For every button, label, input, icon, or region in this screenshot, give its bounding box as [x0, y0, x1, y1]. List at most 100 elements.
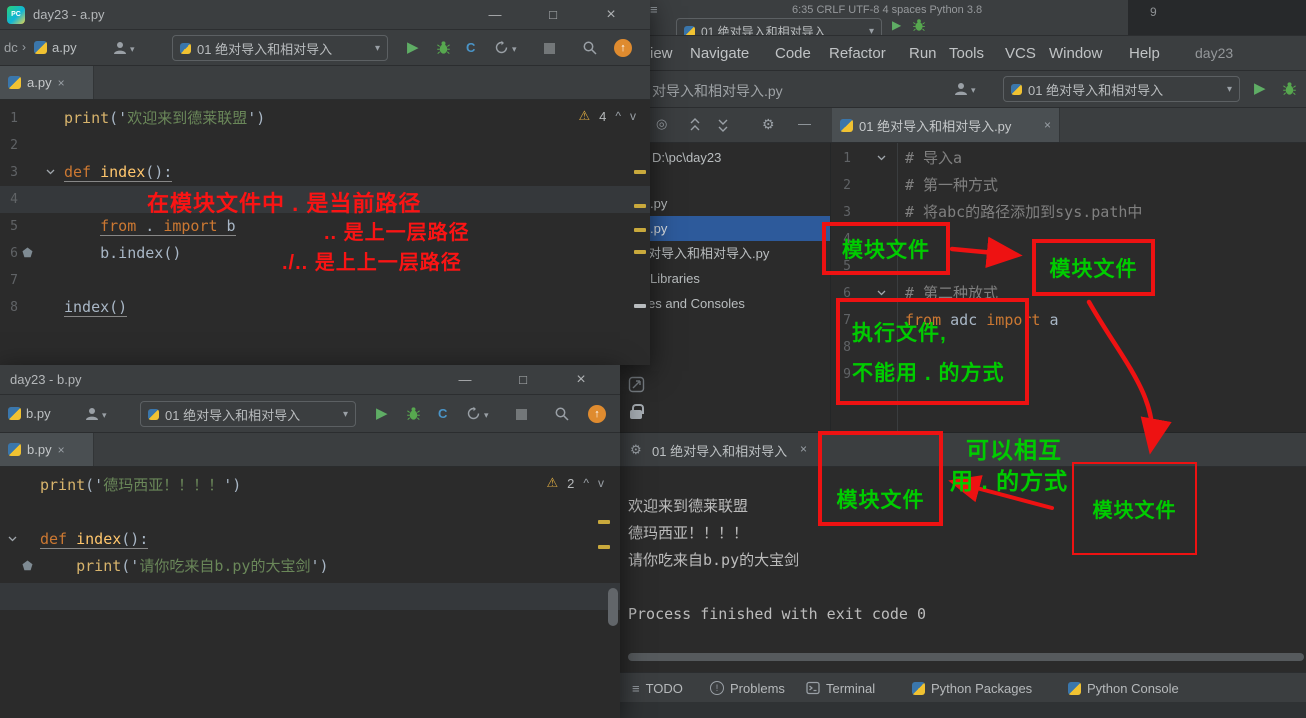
stripe-mark[interactable] [634, 170, 646, 174]
collapse-all-icon[interactable] [716, 118, 730, 132]
search-icon[interactable] [582, 40, 598, 56]
run-button[interactable]: ▶ [892, 19, 901, 31]
menu-tools[interactable]: Tools [949, 36, 984, 71]
run-button[interactable]: ▶ [1254, 81, 1266, 96]
run-button[interactable]: ▶ [376, 406, 388, 421]
prev-warning-icon[interactable]: ^ [615, 110, 621, 122]
titlebar-a[interactable]: PC day23 - a.py — □ × [0, 0, 650, 30]
editor-tab-main[interactable]: 01 绝对导入和相对导入.py × [832, 108, 1060, 142]
menu-vcs[interactable]: VCS [1005, 36, 1036, 71]
run-config-select[interactable]: 01 绝对导入和相对导入 ▾ [1003, 76, 1240, 102]
minimize-button[interactable]: — [436, 366, 494, 394]
hide-panel-icon[interactable]: — [798, 116, 811, 131]
scrollbar-thumb[interactable] [608, 588, 618, 626]
coverage-icon[interactable]: C [466, 40, 475, 55]
expand-all-icon[interactable] [688, 118, 702, 132]
run-config-select[interactable]: 01 绝对导入和相对导入 ▾ [172, 35, 388, 61]
titlebar-b[interactable]: day23 - b.py — □ × [0, 365, 620, 395]
editor-b[interactable]: print('德玛西亚！！！！') def index(): print('请你… [0, 467, 620, 718]
stop-button[interactable] [516, 409, 527, 420]
menu-help[interactable]: Help [1129, 36, 1160, 71]
close-button[interactable]: × [552, 366, 610, 394]
maximize-button[interactable]: □ [524, 1, 582, 29]
tool-problems[interactable]: ! Problems [710, 673, 785, 703]
stripe-mark[interactable] [634, 250, 646, 254]
menu-window[interactable]: Window [1049, 36, 1102, 71]
warning-count: 2 [567, 475, 575, 491]
profiler-icon[interactable] [494, 40, 509, 55]
run-config-select-top[interactable]: 01 绝对导入和相对导入 ▾ [676, 18, 882, 36]
gear-icon[interactable]: ⚙ [762, 116, 775, 133]
editor-tab-apy[interactable]: a.py × [0, 66, 94, 99]
maximize-button[interactable]: □ [494, 366, 552, 394]
console-settings-icon[interactable] [628, 376, 645, 393]
profiler-icon[interactable] [466, 406, 481, 421]
debug-bug-icon[interactable] [912, 18, 926, 32]
breadcrumb-project[interactable]: dc [4, 40, 18, 55]
fold-chevron-icon[interactable] [877, 290, 886, 296]
close-icon[interactable]: × [800, 442, 807, 456]
horizontal-scrollbar[interactable] [628, 653, 1304, 661]
minimize-button[interactable]: — [466, 1, 524, 29]
debug-bug-icon[interactable] [436, 40, 451, 55]
fold-chevron-icon[interactable] [877, 155, 886, 161]
python-file-icon [34, 41, 47, 54]
console-tab-label[interactable]: 01 绝对导入和相对导入 [652, 441, 787, 460]
tree-item-module-file[interactable]: 对导入和相对导入.py [620, 241, 830, 266]
tool-terminal[interactable]: Terminal [806, 673, 875, 703]
tree-item-external-libraries[interactable]: Libraries [620, 266, 830, 291]
annotation-label: 执行文件, [852, 321, 947, 345]
debug-bug-icon[interactable] [406, 406, 421, 421]
fold-chevron-icon[interactable] [46, 169, 55, 175]
debug-bug-icon[interactable] [1282, 81, 1297, 96]
search-icon[interactable] [554, 406, 570, 422]
update-button[interactable]: ↑ [588, 405, 606, 423]
locate-file-icon[interactable]: ◎ [656, 116, 667, 132]
close-button[interactable]: × [582, 1, 640, 29]
user-icon[interactable] [953, 81, 969, 97]
tree-item-scratches[interactable]: es and Consoles [620, 291, 830, 316]
stripe-mark[interactable] [598, 545, 610, 549]
stripe-mark[interactable] [634, 228, 646, 232]
stop-button[interactable] [544, 43, 555, 54]
run-config-select[interactable]: 01 绝对导入和相对导入 ▾ [140, 401, 356, 427]
menu-view[interactable]: iew [650, 36, 673, 71]
editor-tab-bpy[interactable]: b.py × [0, 433, 94, 466]
update-button[interactable]: ↑ [614, 39, 632, 57]
breadcrumb[interactable]: 对导入和相对导入.py [652, 81, 783, 101]
tree-item-apy[interactable]: .py [620, 191, 830, 216]
stripe-mark[interactable] [634, 204, 646, 208]
close-icon[interactable]: × [58, 443, 65, 457]
menu-icon[interactable]: ≡ [650, 2, 658, 17]
coverage-icon[interactable]: C [438, 406, 447, 421]
close-icon[interactable]: × [58, 76, 65, 90]
menu-refactor[interactable]: Refactor [829, 36, 886, 71]
tree-item-bpy-selected[interactable]: .py [620, 216, 830, 241]
user-icon[interactable] [84, 406, 100, 422]
annotation-box-exec-file: 执行文件, 不能用 . 的方式 [836, 298, 1029, 405]
breadcrumb-file[interactable]: a.py [52, 40, 77, 55]
lock-icon[interactable] [630, 404, 644, 419]
code-line: print('德玛西亚！！！！') [40, 476, 242, 494]
stripe-mark[interactable] [634, 304, 646, 308]
run-button[interactable]: ▶ [407, 40, 419, 55]
inspection-widget[interactable]: ⚠ 2 ^ v [546, 475, 604, 491]
breadcrumb-file[interactable]: b.py [26, 406, 51, 421]
tool-python-console[interactable]: Python Console [1068, 673, 1179, 703]
fold-chevron-icon[interactable] [8, 536, 17, 542]
prev-warning-icon[interactable]: ^ [583, 477, 589, 489]
next-warning-icon[interactable]: v [630, 110, 636, 122]
run-config-label: 01 绝对导入和相对导入 [701, 24, 826, 36]
menu-run[interactable]: Run [909, 36, 937, 71]
tool-python-packages[interactable]: Python Packages [912, 673, 1032, 703]
stripe-mark[interactable] [598, 520, 610, 524]
console-output: 欢迎来到德莱联盟 [628, 497, 749, 515]
tree-root[interactable]: D:\pc\day23 [620, 145, 830, 170]
tool-todo[interactable]: ≡ TODO [632, 673, 683, 703]
user-icon[interactable] [112, 40, 128, 56]
menu-code[interactable]: Code [775, 36, 811, 71]
next-warning-icon[interactable]: v [598, 477, 604, 489]
menu-navigate[interactable]: Navigate [690, 36, 749, 71]
close-icon[interactable]: × [1044, 118, 1051, 132]
inspection-widget[interactable]: ⚠ 4 ^ v [578, 108, 636, 124]
